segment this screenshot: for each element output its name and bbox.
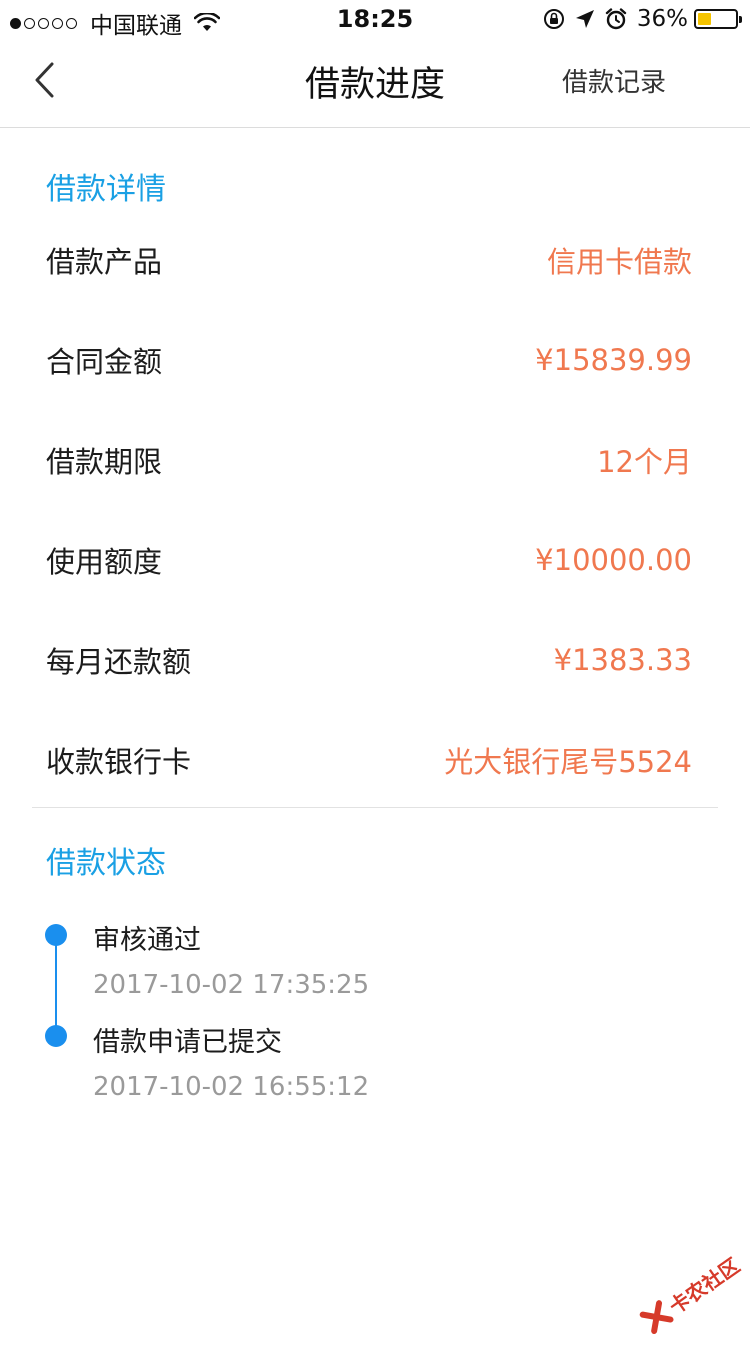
navigation-bar: 借款进度 借款记录 [0,40,750,128]
detail-label: 收款银行卡 [46,745,192,779]
watermark: 卡农社区 [626,1233,750,1353]
detail-value: 光大银行尾号5524 [444,745,692,779]
timeline-line [55,935,57,1035]
section-divider [32,807,718,808]
detail-value: ¥15839.99 [535,343,692,377]
location-arrow-icon [575,10,594,28]
timeline-event-time: 2017-10-02 16:55:12 [93,1072,370,1102]
detail-value: ¥1383.33 [553,643,692,677]
battery-level-fill [698,13,711,25]
detail-row-receiving-card: 收款银行卡 光大银行尾号5524 [46,730,692,790]
watermark-text: 卡农社区 [664,1252,744,1319]
detail-label: 每月还款额 [46,645,192,679]
battery-percent: 36% [636,6,688,32]
detail-value: 信用卡借款 [546,245,692,279]
detail-row-monthly-repayment: 每月还款额 ¥1383.33 [46,630,692,690]
timeline-dot [45,924,67,946]
detail-row-product: 借款产品 信用卡借款 [46,230,692,290]
detail-label: 使用额度 [46,545,163,579]
rotation-lock-icon [543,9,564,29]
detail-value: 12个月 [597,445,692,479]
detail-row-credit-used: 使用额度 ¥10000.00 [46,530,692,590]
alarm-clock-icon [605,8,627,30]
battery-icon [694,9,742,29]
timeline-event-time: 2017-10-02 17:35:25 [93,970,370,1000]
status-bar-right: 36% [533,6,742,32]
detail-label: 合同金额 [46,345,163,379]
detail-value: ¥10000.00 [535,543,692,577]
detail-row-contract-amount: 合同金额 ¥15839.99 [46,330,692,390]
loan-details-section-title: 借款详情 [46,172,166,207]
timeline-dot [45,1025,67,1047]
loan-status-section-title: 借款状态 [46,846,166,881]
detail-label: 借款期限 [46,445,163,479]
detail-label: 借款产品 [46,245,163,279]
status-bar: 中国联通 18:25 36% [0,0,750,40]
timeline-event-title: 借款申请已提交 [93,1027,282,1058]
detail-row-loan-term: 借款期限 12个月 [46,430,692,490]
timeline-event-title: 审核通过 [93,925,201,956]
loan-records-button[interactable]: 借款记录 [562,62,666,99]
